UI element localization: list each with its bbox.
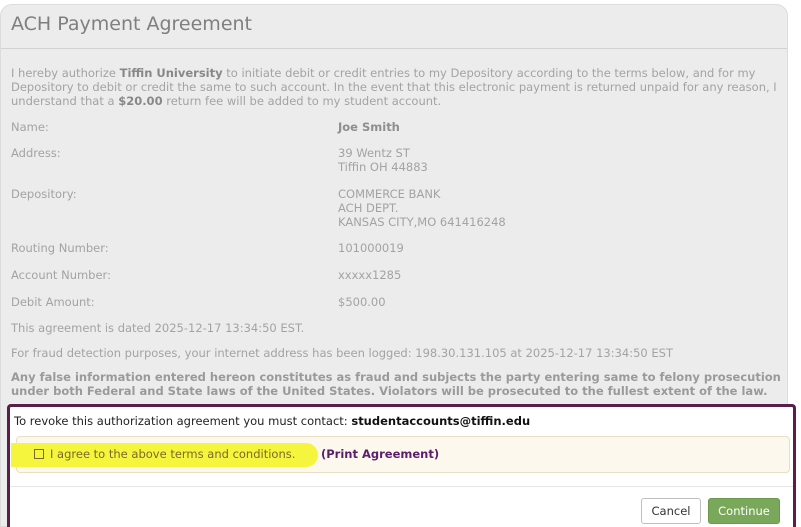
fraud-detection-note: For fraud detection purposes, your inter… xyxy=(11,346,673,360)
address-value: 39 Wentz ST Tiffin OH 44883 xyxy=(338,146,428,174)
continue-button[interactable]: Continue xyxy=(708,498,780,524)
footer-divider xyxy=(10,486,793,487)
account-label: Account Number: xyxy=(11,268,111,282)
name-label: Name: xyxy=(11,120,49,134)
org-name: Tiffin University xyxy=(119,66,223,80)
revoke-section: To revoke this authorization agreement y… xyxy=(7,404,796,527)
depository-label: Depository: xyxy=(11,187,77,201)
fraud-warning: Any false information entered hereon con… xyxy=(11,370,781,398)
routing-value: 101000019 xyxy=(338,241,404,255)
return-fee: $20.00 xyxy=(118,94,163,108)
revoke-email: studentaccounts@tiffin.edu xyxy=(351,414,531,428)
account-value: xxxxx1285 xyxy=(338,268,402,282)
agree-label[interactable]: I agree to the above terms and condition… xyxy=(50,447,295,461)
agree-panel: I agree to the above terms and condition… xyxy=(11,436,790,473)
modal-title: ACH Payment Agreement xyxy=(11,13,252,35)
modal-header: ACH Payment Agreement xyxy=(1,5,787,49)
revoke-text: To revoke this authorization agreement y… xyxy=(14,414,531,428)
cancel-button[interactable]: Cancel xyxy=(641,498,701,524)
depository-value: COMMERCE BANK ACH DEPT. KANSAS CITY,MO 6… xyxy=(338,187,506,229)
debit-label: Debit Amount: xyxy=(11,295,95,309)
authorization-paragraph: I hereby authorize Tiffin University to … xyxy=(11,66,777,108)
routing-label: Routing Number: xyxy=(11,241,109,255)
agree-checkbox[interactable] xyxy=(34,449,44,459)
name-value: Joe Smith xyxy=(338,120,400,134)
address-label: Address: xyxy=(11,146,61,160)
agreement-date-note: This agreement is dated 2025-12-17 13:34… xyxy=(11,321,305,335)
debit-value: $500.00 xyxy=(338,295,386,309)
print-agreement-link[interactable]: (Print Agreement) xyxy=(321,447,439,461)
